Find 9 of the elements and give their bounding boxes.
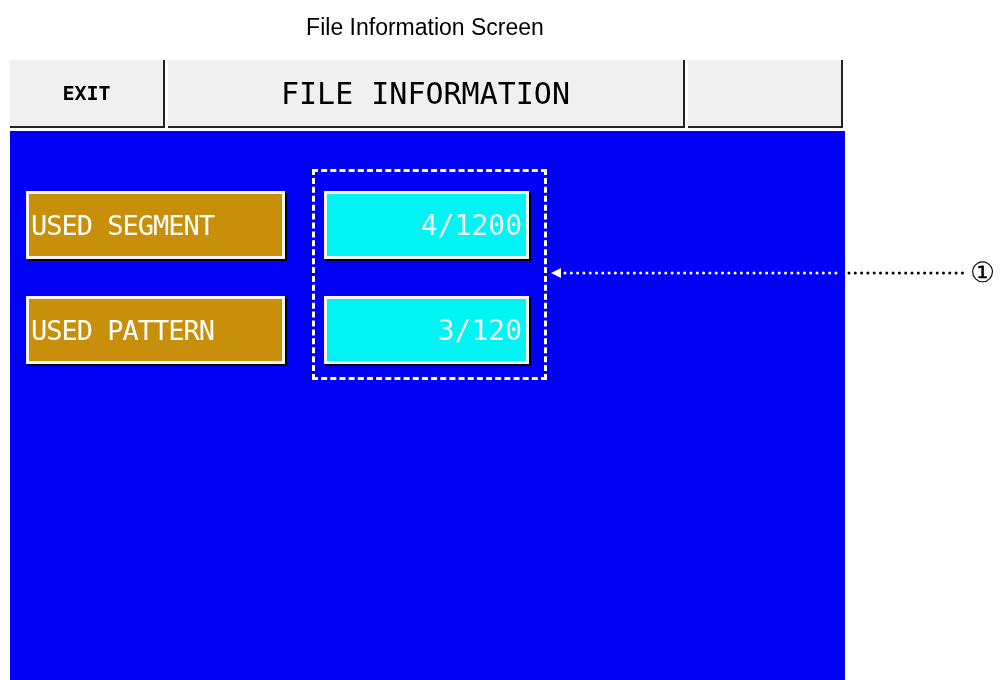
callout-number: ①	[970, 256, 995, 289]
exit-button[interactable]: EXIT	[10, 60, 165, 128]
field-value: 4/1200	[324, 191, 529, 259]
screen-caption: File Information Screen	[305, 13, 545, 42]
blank-button[interactable]	[688, 60, 843, 128]
field-label: USED SEGMENT	[26, 191, 285, 259]
screen-title: FILE INFORMATION	[168, 60, 685, 128]
field-label: USED PATTERN	[26, 296, 285, 364]
field-value: 3/120	[324, 296, 529, 364]
